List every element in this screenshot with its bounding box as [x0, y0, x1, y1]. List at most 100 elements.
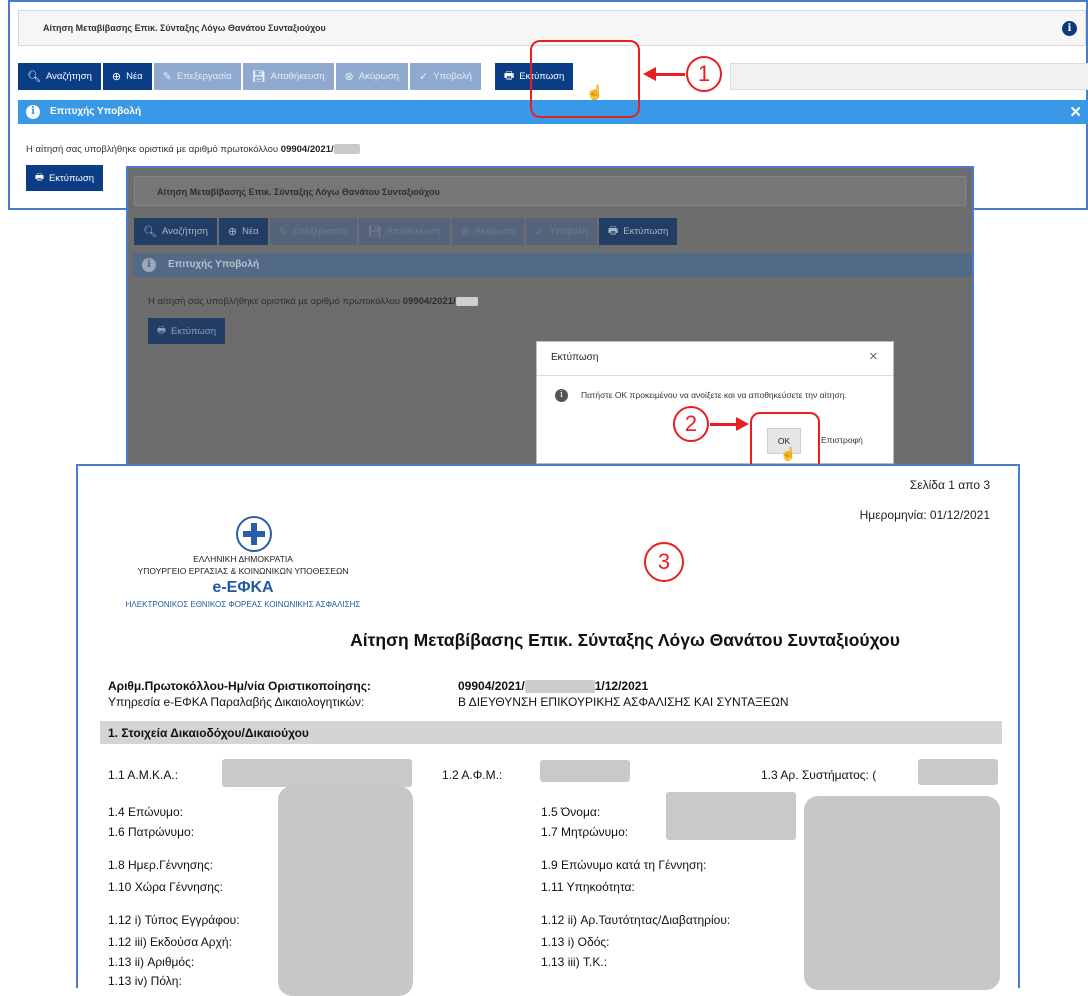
redacted-block [804, 796, 1000, 990]
submit-button-label: Υποβολή [549, 226, 588, 237]
plus-circle-icon: ⊕ [111, 71, 122, 83]
system-number-initial: ( [872, 768, 877, 782]
print-dialog: Εκτύπωση × i Πατήστε ΟΚ προκειμένου να α… [536, 341, 894, 464]
arrow-head-icon [643, 67, 656, 81]
field-birth-country: 1.10 Χώρα Γέννησης: [108, 880, 223, 894]
print-button-label: Εκτύπωση [170, 325, 216, 337]
field-issuer: 1.12 iii) Εκδούσα Αρχή: [108, 935, 232, 949]
page-indicator: Σελίδα 1 απο 3 [909, 478, 990, 492]
print-button[interactable]: 🖶 Εκτύπωση [26, 165, 103, 191]
save-button: 💾︎ Αποθήκευση [358, 218, 450, 245]
step-number-3: 3 [644, 542, 684, 582]
back-button[interactable]: Επιστροφή [821, 435, 863, 445]
pencil-icon: ✎ [278, 226, 288, 238]
cancel-icon: ⊗ [344, 71, 354, 83]
divider [537, 375, 893, 376]
save-button[interactable]: 💾︎ Αποθήκευση [242, 63, 334, 90]
close-icon[interactable]: × [869, 348, 878, 365]
document-title: Αίτηση Μεταβίβασης Επικ. Σύνταξης Λόγω Θ… [350, 630, 900, 650]
callout-arrow-1 [655, 73, 685, 76]
banner-title: Επιτυχής Υποβολή [168, 259, 260, 270]
submission-message: Η αίτησή σας υποβλήθηκε οριστικά με αριθ… [148, 296, 478, 307]
info-icon[interactable]: i [1062, 21, 1077, 36]
search-icon: 🔍︎ [27, 71, 41, 83]
new-button[interactable]: ⊕ Νέα [102, 63, 152, 90]
print-toolbar-button-label: Εκτύπωση [623, 226, 669, 237]
protocol-number: 09904/2021/ [280, 144, 334, 155]
success-banner: i Επιτυχής Υποβολή [132, 253, 972, 277]
toolbar-spacer [730, 63, 1088, 90]
field-postcode: 1.13 iii) Τ.Κ.: [541, 955, 608, 969]
edit-button-label: Επεξεργασία [292, 226, 348, 237]
banner-title: Επιτυχής Υποβολή [50, 106, 142, 117]
org-line-1: ΕΛΛΗΝΙΚΗ ΔΗΜΟΚΡΑΤΙΑ [193, 554, 293, 564]
arrow-head-icon [736, 417, 749, 431]
cancel-icon: ⊗ [460, 226, 470, 238]
form-title: Αίτηση Μεταβίβασης Επικ. Σύνταξης Λόγω Θ… [43, 23, 326, 33]
field-amka: 1.1 Α.Μ.Κ.Α.: [108, 768, 179, 782]
org-line-2: ΥΠΟΥΡΓΕΙΟ ΕΡΓΑΣΙΑΣ & ΚΟΙΝΩΝΙΚΩΝ ΥΠΟΘΕΣΕΩ… [137, 566, 349, 576]
redacted-block [540, 760, 630, 782]
redacted-block [918, 759, 998, 785]
section-header: 1. Στοιχεία Δικαιοδόχου/Δικαιούχου [100, 721, 1002, 744]
field-afm: 1.2 Α.Φ.Μ.: [442, 768, 503, 782]
cancel-button[interactable]: ⊗ Ακύρωση [335, 63, 408, 90]
field-surname-label: 1.4 Επώνυμο: [108, 805, 183, 819]
protocol-label: Αριθμ.Πρωτοκόλλου-Ημ/νία Οριστικοποίησης… [108, 679, 371, 693]
save-button-label: Αποθήκευση [386, 226, 441, 237]
redacted-block [455, 296, 478, 306]
redacted-block [278, 786, 413, 996]
field-street: 1.13 i) Οδός: [541, 935, 610, 949]
pencil-icon: ✎ [162, 71, 172, 83]
new-button-label: Νέα [126, 71, 143, 82]
search-button-label: Αναζήτηση [45, 71, 92, 82]
edit-button[interactable]: ✎ Επεξεργασία [153, 63, 241, 90]
coat-of-arms-icon [236, 516, 272, 552]
field-surname: 1.4 Επώνυμο:Λ [108, 805, 296, 819]
info-icon: i [26, 105, 40, 119]
field-name-label: 1.5 Όνομα: [541, 805, 601, 819]
dialog-message: Πατήστε ΟΚ προκειμένου να ανοίξετε και ν… [581, 390, 847, 400]
message-text: Η αίτησή σας υποβλήθηκε οριστικά με αριθ… [26, 144, 279, 155]
field-citizenship: 1.11 Υπηκοότητα: [541, 880, 635, 894]
print-button-label: Εκτύπωση [48, 172, 94, 184]
submission-message: Η αίτησή σας υποβλήθηκε οριστικά με αριθ… [26, 144, 360, 155]
printer-icon: 🖶 [503, 70, 515, 82]
field-id-number: 1.12 ii) Αρ.Ταυτότητας/Διαβατηρίου: [541, 913, 731, 927]
check-icon: ✓ [535, 226, 545, 238]
close-icon[interactable]: ✕ [1069, 103, 1082, 121]
callout-arrow-2 [710, 423, 738, 426]
field-mother-name: 1.7 Μητρώνυμο: [541, 825, 629, 839]
protocol-value-a: 09904/2021/ [458, 679, 525, 693]
redacted-block [222, 759, 412, 787]
protocol-value-b: 1/12/2021 [594, 679, 649, 693]
callout-box-1 [530, 40, 640, 118]
field-father-name: 1.6 Πατρώνυμο: [108, 825, 195, 839]
cancel-button-label: Ακύρωση [474, 226, 515, 237]
protocol-value: 09904/2021/1/12/2021 [458, 679, 649, 694]
hand-cursor-icon: ☝ [586, 84, 604, 100]
plus-circle-icon: ⊕ [227, 226, 238, 238]
message-text: Η αίτησή σας υποβλήθηκε οριστικά με αριθ… [148, 296, 401, 307]
new-button: ⊕ Νέα [218, 218, 268, 245]
field-city: 1.13 iv) Πόλη: [108, 974, 182, 988]
edit-button-label: Επεξεργασία [176, 71, 232, 82]
protocol-number: 09904/2021/ [402, 296, 456, 307]
field-birth-date: 1.8 Ημερ.Γέννησης: [108, 858, 213, 872]
submit-button-label: Υποβολή [433, 71, 472, 82]
info-icon: i [142, 258, 156, 272]
cancel-button-label: Ακύρωση [358, 71, 399, 82]
cancel-button: ⊗ Ακύρωση [451, 218, 524, 245]
field-document-type: 1.12 i) Τύπος Εγγράφου: [108, 913, 240, 927]
save-button-label: Αποθήκευση [270, 71, 325, 82]
service-value: Β ΔΙΕΥΘΥΝΣΗ ΕΠΙΚΟΥΡΙΚΗΣ ΑΣΦΑΛΙΣΗΣ ΚΑΙ ΣΥ… [458, 695, 789, 709]
toolbar: 🔍︎ Αναζήτηση ⊕ Νέα ✎ Επεξεργασία 💾︎ Αποθήκευ… [18, 63, 574, 90]
submit-button[interactable]: ✓ Υποβολή [410, 63, 481, 90]
print-toolbar-button: 🖶 Εκτύπωση [598, 218, 678, 245]
org-name: e-ΕΦΚΑ [212, 579, 274, 596]
submit-button: ✓ Υποβολή [526, 218, 597, 245]
search-button[interactable]: 🔍︎ Αναζήτηση [18, 63, 101, 90]
toolbar: 🔍︎ Αναζήτηση ⊕ Νέα ✎ Επεξεργασία 💾︎ Αποθήκευ… [134, 218, 678, 245]
redacted-block [333, 144, 360, 155]
form-title: Αίτηση Μεταβίβασης Επικ. Σύνταξης Λόγω Θ… [157, 187, 440, 197]
